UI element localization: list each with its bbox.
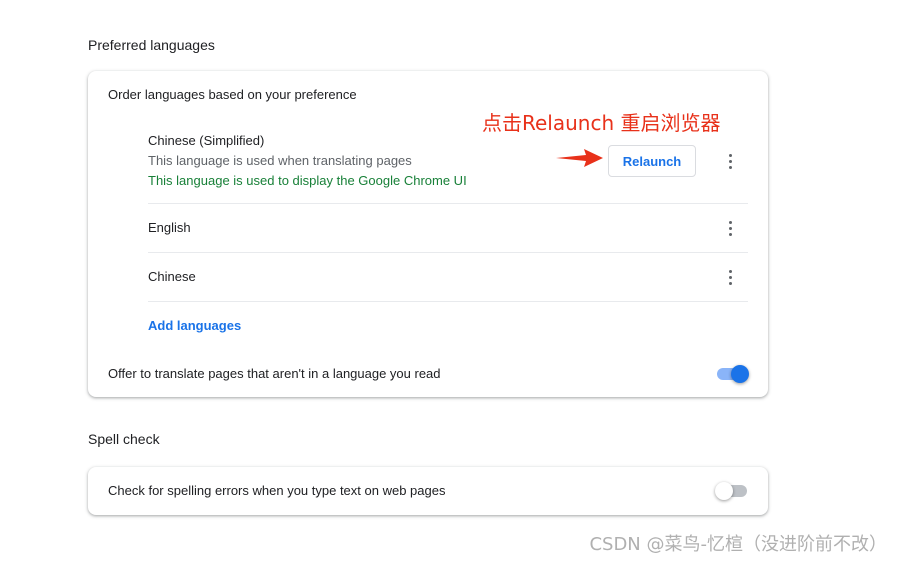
more-vert-icon[interactable]	[720, 267, 740, 287]
spellcheck-card: Check for spelling errors when you type …	[88, 467, 768, 515]
annotation-text: 点击Relaunch 重启浏览器	[482, 111, 721, 135]
language-translate-note: This language is used when translating p…	[148, 153, 412, 168]
order-languages-label: Order languages based on your preference	[108, 87, 357, 102]
more-vert-icon[interactable]	[720, 151, 740, 171]
language-name: English	[148, 220, 191, 235]
preferred-languages-title: Preferred languages	[88, 37, 215, 53]
red-arrow-icon	[556, 149, 603, 167]
language-name: Chinese (Simplified)	[148, 133, 265, 148]
check-spelling-toggle[interactable]	[715, 482, 751, 500]
language-name: Chinese	[148, 269, 196, 284]
divider	[148, 301, 748, 302]
divider	[148, 252, 748, 253]
check-spelling-label: Check for spelling errors when you type …	[108, 483, 446, 498]
divider	[148, 203, 748, 204]
spell-check-title: Spell check	[88, 431, 160, 447]
watermark: CSDN @菜鸟-忆楦（没进阶前不改）	[589, 534, 887, 555]
relaunch-button[interactable]: Relaunch	[608, 145, 696, 177]
offer-translate-label: Offer to translate pages that aren't in …	[108, 366, 441, 381]
language-display-note: This language is used to display the Goo…	[148, 173, 467, 188]
more-vert-icon[interactable]	[720, 218, 740, 238]
add-languages-link[interactable]: Add languages	[148, 318, 241, 333]
offer-translate-toggle[interactable]	[717, 365, 751, 383]
